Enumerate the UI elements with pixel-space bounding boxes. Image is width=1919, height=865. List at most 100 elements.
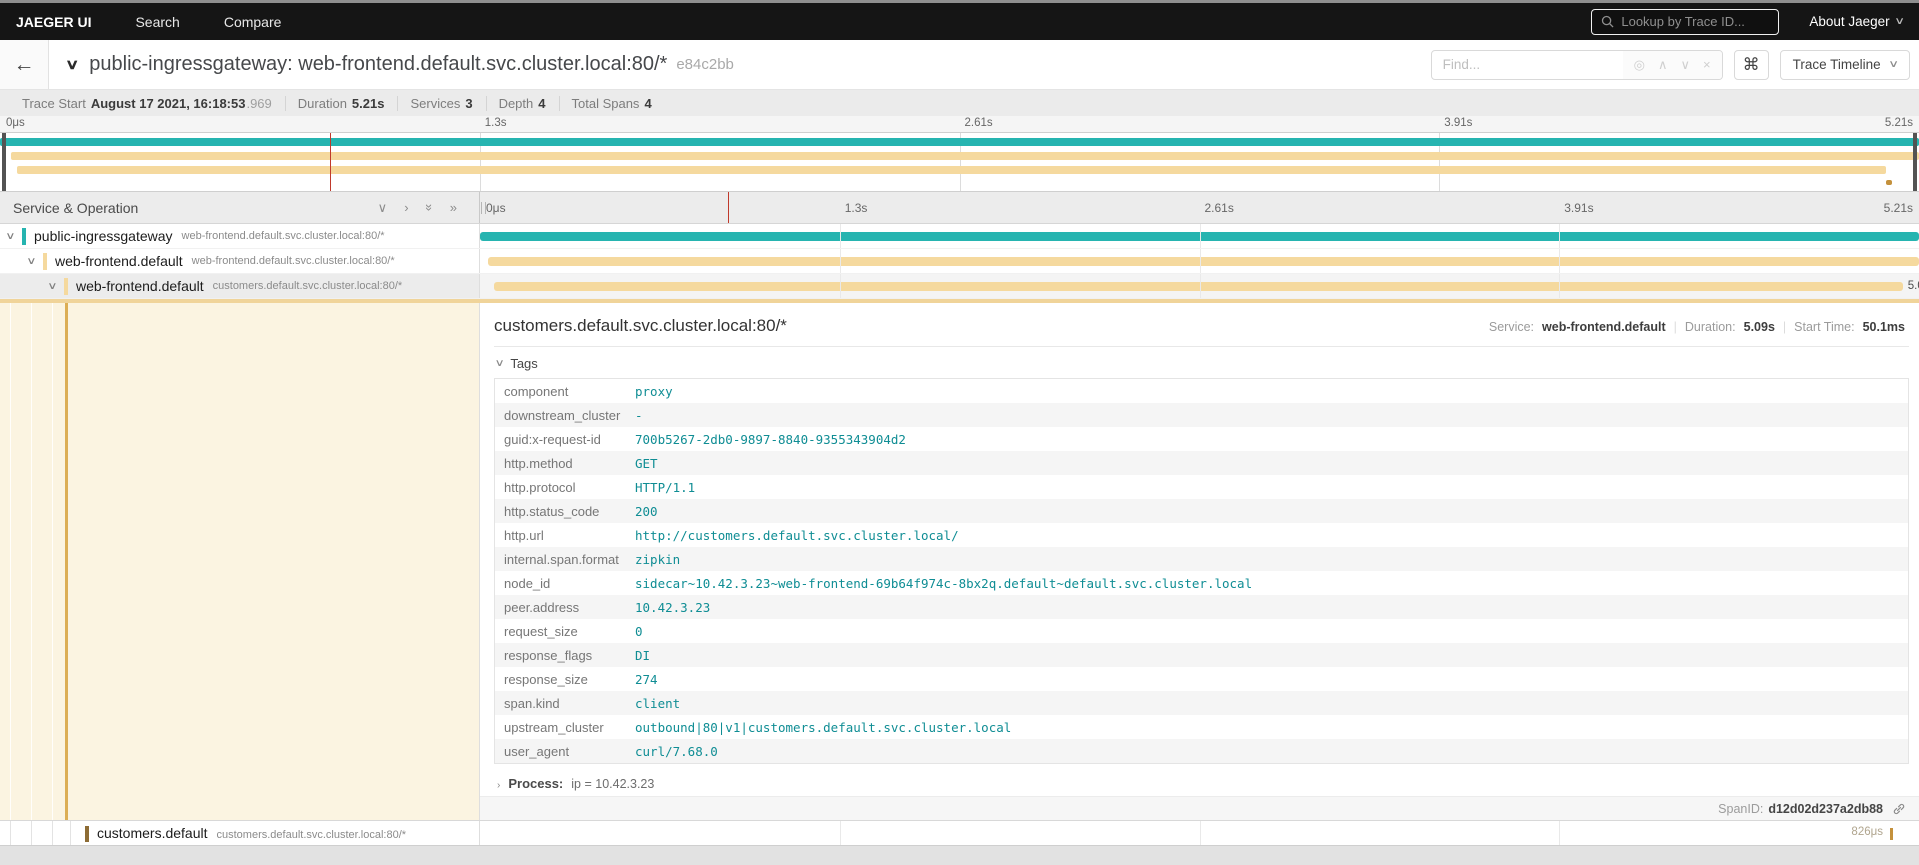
next-match-icon[interactable]: ∨ bbox=[1681, 57, 1691, 73]
trace-view-selector[interactable]: Trace Timeline ∨ bbox=[1779, 49, 1910, 80]
service-name: web-frontend.default bbox=[55, 253, 183, 269]
span-row-web-frontend[interactable]: ∨ web-frontend.default web-frontend.defa… bbox=[0, 249, 1919, 274]
tags-section-toggle[interactable]: ∨ Tags bbox=[494, 347, 1909, 378]
span-row-public-ingressgateway[interactable]: ∨ public-ingressgateway web-frontend.def… bbox=[0, 224, 1919, 249]
trace-id-lookup[interactable] bbox=[1591, 8, 1780, 35]
span-name-cell[interactable]: ∨ web-frontend.default web-frontend.defa… bbox=[0, 249, 480, 273]
span-duration-bar[interactable] bbox=[487, 257, 1919, 266]
tag-row[interactable]: upstream_cluster outbound|80|v1|customers… bbox=[495, 715, 1908, 739]
find-input[interactable] bbox=[1431, 57, 1623, 72]
tag-key: upstream_cluster bbox=[504, 719, 604, 735]
expand-all-icon[interactable]: » bbox=[450, 200, 457, 215]
tag-key: http.url bbox=[504, 527, 544, 543]
span-name-cell[interactable]: ∨ web-frontend.default customers.default… bbox=[0, 274, 480, 298]
tag-row[interactable]: internal.span.format zipkin bbox=[495, 547, 1908, 571]
tag-value: http://customers.default.svc.cluster.loc… bbox=[635, 527, 959, 543]
tag-row[interactable]: response_size 274 bbox=[495, 667, 1908, 691]
timeline-tick-label: 0μs bbox=[6, 117, 25, 129]
tag-row[interactable]: response_flags DI bbox=[495, 643, 1908, 667]
back-button[interactable]: ← bbox=[0, 40, 49, 89]
timeline-tick-label: 2.61s bbox=[1204, 201, 1234, 215]
tag-row[interactable]: span.kind client bbox=[495, 691, 1908, 715]
clear-find-icon[interactable]: × bbox=[1703, 57, 1711, 72]
tag-row[interactable]: http.url http://customers.default.svc.clu… bbox=[495, 523, 1908, 547]
tag-key: user_agent bbox=[504, 743, 570, 759]
tree-guide-line bbox=[52, 303, 53, 820]
duration-value: 5.09s bbox=[1743, 320, 1775, 334]
minimap-left-scrubber[interactable] bbox=[2, 133, 6, 191]
span-bar-cell[interactable] bbox=[480, 249, 1919, 273]
start-time-label: Start Time: bbox=[1794, 320, 1855, 334]
nav-item-compare[interactable]: Compare bbox=[224, 14, 282, 30]
minimap-canvas[interactable] bbox=[0, 132, 1919, 192]
tag-value: proxy bbox=[635, 383, 673, 399]
tag-value: - bbox=[635, 407, 643, 423]
tag-row[interactable]: guid:x-request-id 700b5267-2db0-9897-8840… bbox=[495, 427, 1908, 451]
span-row-web-frontend-customers[interactable]: ∨ web-frontend.default customers.default… bbox=[0, 274, 1919, 299]
about-jaeger-menu[interactable]: About Jaeger ∨ bbox=[1809, 14, 1904, 29]
tag-row[interactable]: http.status_code 200 bbox=[495, 499, 1908, 523]
span-detail-panel: customers.default.svc.cluster.local:80/*… bbox=[480, 303, 1919, 820]
search-icon bbox=[1601, 15, 1614, 28]
collapse-all-icon[interactable]: » bbox=[422, 204, 437, 211]
span-name-cell[interactable]: ∨ public-ingressgateway web-frontend.def… bbox=[0, 224, 480, 248]
trace-id-lookup-input[interactable] bbox=[1621, 14, 1770, 29]
jaeger-ui-logo[interactable]: JAEGER UI bbox=[16, 14, 91, 30]
find-box: ◎ ∧ ∨ × bbox=[1430, 49, 1723, 80]
tag-row[interactable]: http.protocol HTTP/1.1 bbox=[495, 475, 1908, 499]
minimap-right-scrubber[interactable] bbox=[1913, 133, 1917, 191]
chevron-down-icon[interactable]: ∨ bbox=[5, 231, 25, 242]
meta-separator: | bbox=[1673, 320, 1677, 334]
summary-services: Services 3 bbox=[397, 95, 485, 111]
tag-key: response_flags bbox=[504, 647, 593, 663]
tag-value: GET bbox=[635, 455, 658, 471]
column-resize-grip[interactable] bbox=[481, 202, 486, 214]
chevron-down-icon[interactable]: ∨ bbox=[47, 281, 67, 292]
minimap-tick-labels: 0μs 1.3s 2.61s 3.91s 5.21s bbox=[0, 116, 1919, 132]
tag-row[interactable]: peer.address 10.42.3.23 bbox=[495, 595, 1908, 619]
tag-row[interactable]: http.method GET bbox=[495, 451, 1908, 475]
chevron-down-icon: ∨ bbox=[1887, 59, 1899, 70]
trace-view-label: Trace Timeline bbox=[1792, 57, 1881, 72]
tag-value: sidecar~10.42.3.23~web-frontend-69b64f97… bbox=[635, 575, 1253, 591]
prev-match-icon[interactable]: ∧ bbox=[1658, 57, 1668, 73]
tree-guide-line bbox=[70, 821, 71, 845]
tag-row[interactable]: component proxy bbox=[495, 379, 1908, 403]
span-row-customers-default[interactable]: customers.default customers.default.svc.… bbox=[0, 820, 1919, 846]
timeline-grid-line bbox=[839, 821, 841, 845]
summary-suffix: .969 bbox=[246, 95, 272, 111]
span-duration-bar[interactable] bbox=[493, 282, 1903, 291]
tag-row[interactable]: node_id sidecar~10.42.3.23~web-frontend-6… bbox=[495, 571, 1908, 595]
minimap-span-bar bbox=[17, 166, 1887, 174]
focus-match-icon[interactable]: ◎ bbox=[1634, 57, 1645, 73]
trace-minimap: 0μs 1.3s 2.61s 3.91s 5.21s bbox=[0, 116, 1919, 192]
timeline-grid-line bbox=[1559, 224, 1561, 248]
tree-guide-line bbox=[31, 303, 32, 820]
service-color-accent bbox=[85, 826, 89, 842]
process-section-toggle[interactable]: › Process: ip = 10.42.3.23 bbox=[494, 764, 1909, 791]
collapse-one-icon[interactable]: ∨ bbox=[378, 200, 388, 216]
page-background bbox=[0, 846, 1919, 855]
tag-row[interactable]: request_size 0 bbox=[495, 619, 1908, 643]
span-bar-cell[interactable]: 826μs bbox=[480, 821, 1919, 845]
summary-value: 4 bbox=[538, 95, 546, 111]
nav-item-search[interactable]: Search bbox=[135, 14, 179, 30]
summary-value: 3 bbox=[465, 95, 473, 111]
operation-name: web-frontend.default.svc.cluster.local:8… bbox=[191, 255, 395, 267]
operation-name: customers.default.svc.cluster.local:80/* bbox=[212, 280, 403, 292]
tree-controls: ∨ › » » bbox=[378, 200, 457, 216]
chevron-down-icon[interactable]: ∨ bbox=[26, 256, 46, 267]
tag-row[interactable]: user_agent curl/7.68.0 bbox=[495, 739, 1908, 763]
keyboard-shortcuts-button[interactable]: ⌘ bbox=[1733, 49, 1769, 80]
span-bar-cell[interactable] bbox=[480, 224, 1919, 248]
trace-header-collapse-icon[interactable]: ∨ bbox=[65, 56, 79, 73]
span-duration-bar[interactable] bbox=[1890, 828, 1893, 840]
timeline-header[interactable]: 0μs 1.3s 2.61s 3.91s 5.21s bbox=[480, 192, 1919, 223]
tree-guide-line bbox=[52, 821, 53, 845]
span-bar-cell[interactable]: 5.09s bbox=[480, 274, 1919, 298]
tag-row[interactable]: downstream_cluster - bbox=[495, 403, 1908, 427]
expand-one-icon[interactable]: › bbox=[404, 200, 408, 215]
deep-link-icon[interactable] bbox=[1892, 802, 1906, 816]
span-name-cell[interactable]: customers.default customers.default.svc.… bbox=[0, 821, 480, 845]
span-table-header: Service & Operation ∨ › » » 0μs 1.3s 2.61s… bbox=[0, 192, 1919, 224]
